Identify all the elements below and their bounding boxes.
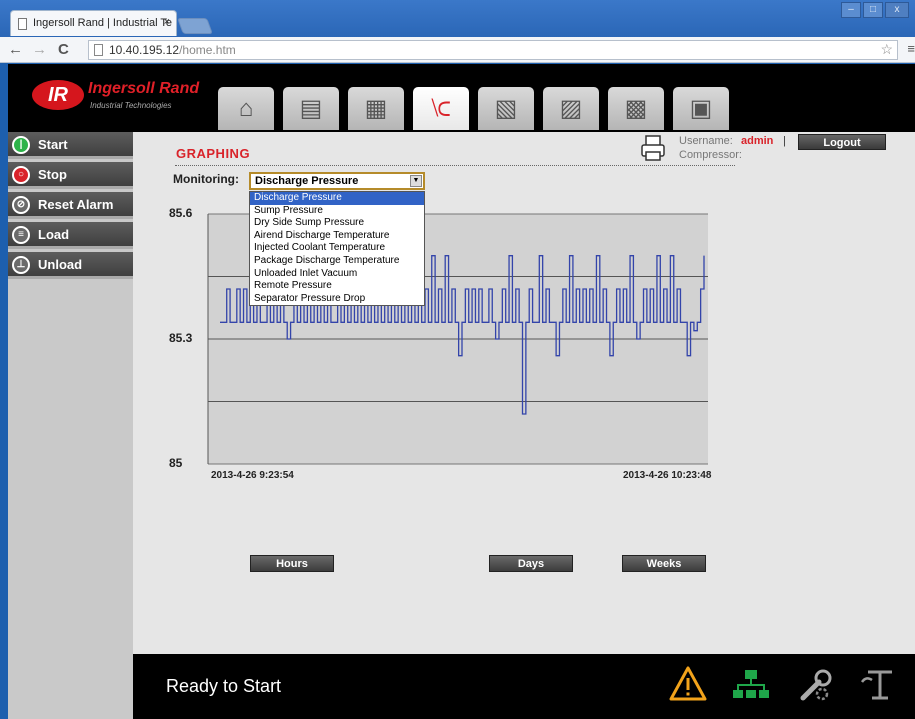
sequencer-icon[interactable]: ▦ xyxy=(348,87,404,130)
title-divider xyxy=(175,165,735,166)
browser-menu-icon[interactable]: ≡ xyxy=(907,41,915,56)
close-window-button[interactable]: x xyxy=(885,2,909,18)
logout-button[interactable]: Logout xyxy=(798,134,886,150)
back-icon[interactable]: ← xyxy=(8,41,23,58)
brand-subtitle: Industrial Technologies xyxy=(90,101,172,110)
sidebar-button-load[interactable]: ≡ Load xyxy=(8,222,133,249)
bookmark-star-icon[interactable]: ☆ xyxy=(880,41,893,58)
address-bar[interactable]: 10.40.195.12/home.htm ☆ xyxy=(88,40,898,60)
dropdown-option[interactable]: Separator Pressure Drop xyxy=(250,293,424,306)
settings-icon[interactable]: ▧ xyxy=(478,87,534,130)
warning-icon[interactable] xyxy=(668,664,708,704)
dropdown-option[interactable]: Sump Pressure xyxy=(250,205,424,218)
tab-close-icon[interactable]: × xyxy=(164,16,170,28)
sidebar-button-unload[interactable]: ⊥ Unload xyxy=(8,252,133,279)
unload-status-icon[interactable] xyxy=(858,664,898,704)
username-label: Username: xyxy=(679,135,733,147)
status-text: Ready to Start xyxy=(166,676,282,696)
maximize-button[interactable]: □ xyxy=(863,2,883,18)
reset-alarm-icon: ⊘ xyxy=(12,196,30,214)
window-controls: – □ x xyxy=(841,2,909,18)
sidebar-button-start[interactable]: | Start xyxy=(8,132,133,159)
minimize-button[interactable]: – xyxy=(841,2,861,18)
unload-icon: ⊥ xyxy=(12,256,30,274)
sidebar-label: Reset Alarm xyxy=(38,197,114,212)
dropdown-option[interactable]: Discharge Pressure xyxy=(250,192,424,205)
dropdown-option[interactable]: Injected Coolant Temperature xyxy=(250,242,424,255)
dropdown-option[interactable]: Dry Side Sump Pressure xyxy=(250,217,424,230)
dropdown-option[interactable]: Unloaded Inlet Vacuum xyxy=(250,268,424,281)
monitoring-selected-value: Discharge Pressure xyxy=(255,175,359,187)
status-icon[interactable]: ▤ xyxy=(283,87,339,130)
graph-icon[interactable]: ⟈ xyxy=(413,87,469,130)
network-icon[interactable] xyxy=(731,664,771,704)
chart-canvas xyxy=(207,213,708,465)
user-separator: | xyxy=(783,135,786,147)
home-icon[interactable]: ⌂ xyxy=(218,87,274,130)
service-icon[interactable] xyxy=(795,664,835,704)
new-tab-button[interactable] xyxy=(177,18,213,34)
stop-icon: ○ xyxy=(12,166,30,184)
log-icon[interactable]: ▨ xyxy=(543,87,599,130)
reload-icon[interactable]: C xyxy=(58,41,69,58)
brand-name: Ingersoll Rand xyxy=(88,80,200,97)
compressor-label: Compressor: xyxy=(679,149,742,161)
tab-title: Ingersoll Rand | Industrial Te xyxy=(33,17,173,29)
maintenance-icon[interactable]: ▩ xyxy=(608,87,664,130)
sidebar-label: Unload xyxy=(38,257,83,272)
monitoring-select[interactable]: Discharge Pressure ▼ xyxy=(249,172,425,190)
status-bar: Ready to Start xyxy=(133,654,915,719)
username-value: admin xyxy=(741,135,774,147)
url-path: /home.htm xyxy=(179,43,236,57)
page-icon xyxy=(94,44,103,56)
y-tick-label: 85.6 xyxy=(169,206,193,220)
weeks-button[interactable]: Weeks xyxy=(622,555,706,572)
url-host: 10.40.195.12 xyxy=(109,43,180,57)
sidebar-button-reset-alarm[interactable]: ⊘ Reset Alarm xyxy=(8,192,133,219)
app-window: IR Ingersoll Rand Industrial Technologie… xyxy=(8,64,915,719)
x-start-label: 2013-4-26 9:23:54 xyxy=(211,470,294,481)
page-title: GRAPHING xyxy=(176,146,251,161)
forward-icon[interactable]: → xyxy=(32,41,47,58)
sidebar: | Start ○ Stop ⊘ Reset Alarm ≡ Load ⊥ Unload xyxy=(8,132,133,719)
power-icon: | xyxy=(12,136,30,154)
load-icon: ≡ xyxy=(12,226,30,244)
days-button[interactable]: Days xyxy=(489,555,573,572)
chart: 85.6 85.3 85 2013-4-26 9:23:54 2013-4-26 10:… xyxy=(163,202,718,532)
browser-titlebar: Ingersoll Rand | Industrial Te × – □ x xyxy=(0,0,915,38)
sidebar-label: Load xyxy=(38,227,70,242)
id-card-icon[interactable]: ▣ xyxy=(673,87,729,130)
hours-button[interactable]: Hours xyxy=(250,555,334,572)
dropdown-option[interactable]: Airend Discharge Temperature xyxy=(250,230,424,243)
dropdown-option[interactable]: Package Discharge Temperature xyxy=(250,255,424,268)
monitoring-dropdown: Discharge Pressure Sump Pressure Dry Side … xyxy=(249,191,425,307)
sidebar-label: Stop xyxy=(38,167,67,182)
y-tick-label: 85 xyxy=(169,456,183,470)
y-tick-label: 85.3 xyxy=(169,331,193,345)
logo-mark: IR xyxy=(32,80,84,110)
browser-toolbar: ← → C 10.40.195.12/home.htm ☆ ≡ xyxy=(0,37,915,63)
page-icon xyxy=(18,18,27,30)
browser-tab[interactable]: Ingersoll Rand | Industrial Te × xyxy=(10,10,177,36)
x-end-label: 2013-4-26 10:23:48 xyxy=(623,470,712,481)
main-content: GRAPHING Username: admin | Compressor: L… xyxy=(133,132,915,654)
sidebar-label: Start xyxy=(38,137,68,152)
print-icon[interactable] xyxy=(640,134,666,162)
chevron-down-icon[interactable]: ▼ xyxy=(410,175,422,187)
dropdown-option[interactable]: Remote Pressure xyxy=(250,280,424,293)
app-header: IR Ingersoll Rand Industrial Technologie… xyxy=(8,64,915,132)
monitoring-label: Monitoring: xyxy=(173,172,239,186)
sidebar-button-stop[interactable]: ○ Stop xyxy=(8,162,133,189)
